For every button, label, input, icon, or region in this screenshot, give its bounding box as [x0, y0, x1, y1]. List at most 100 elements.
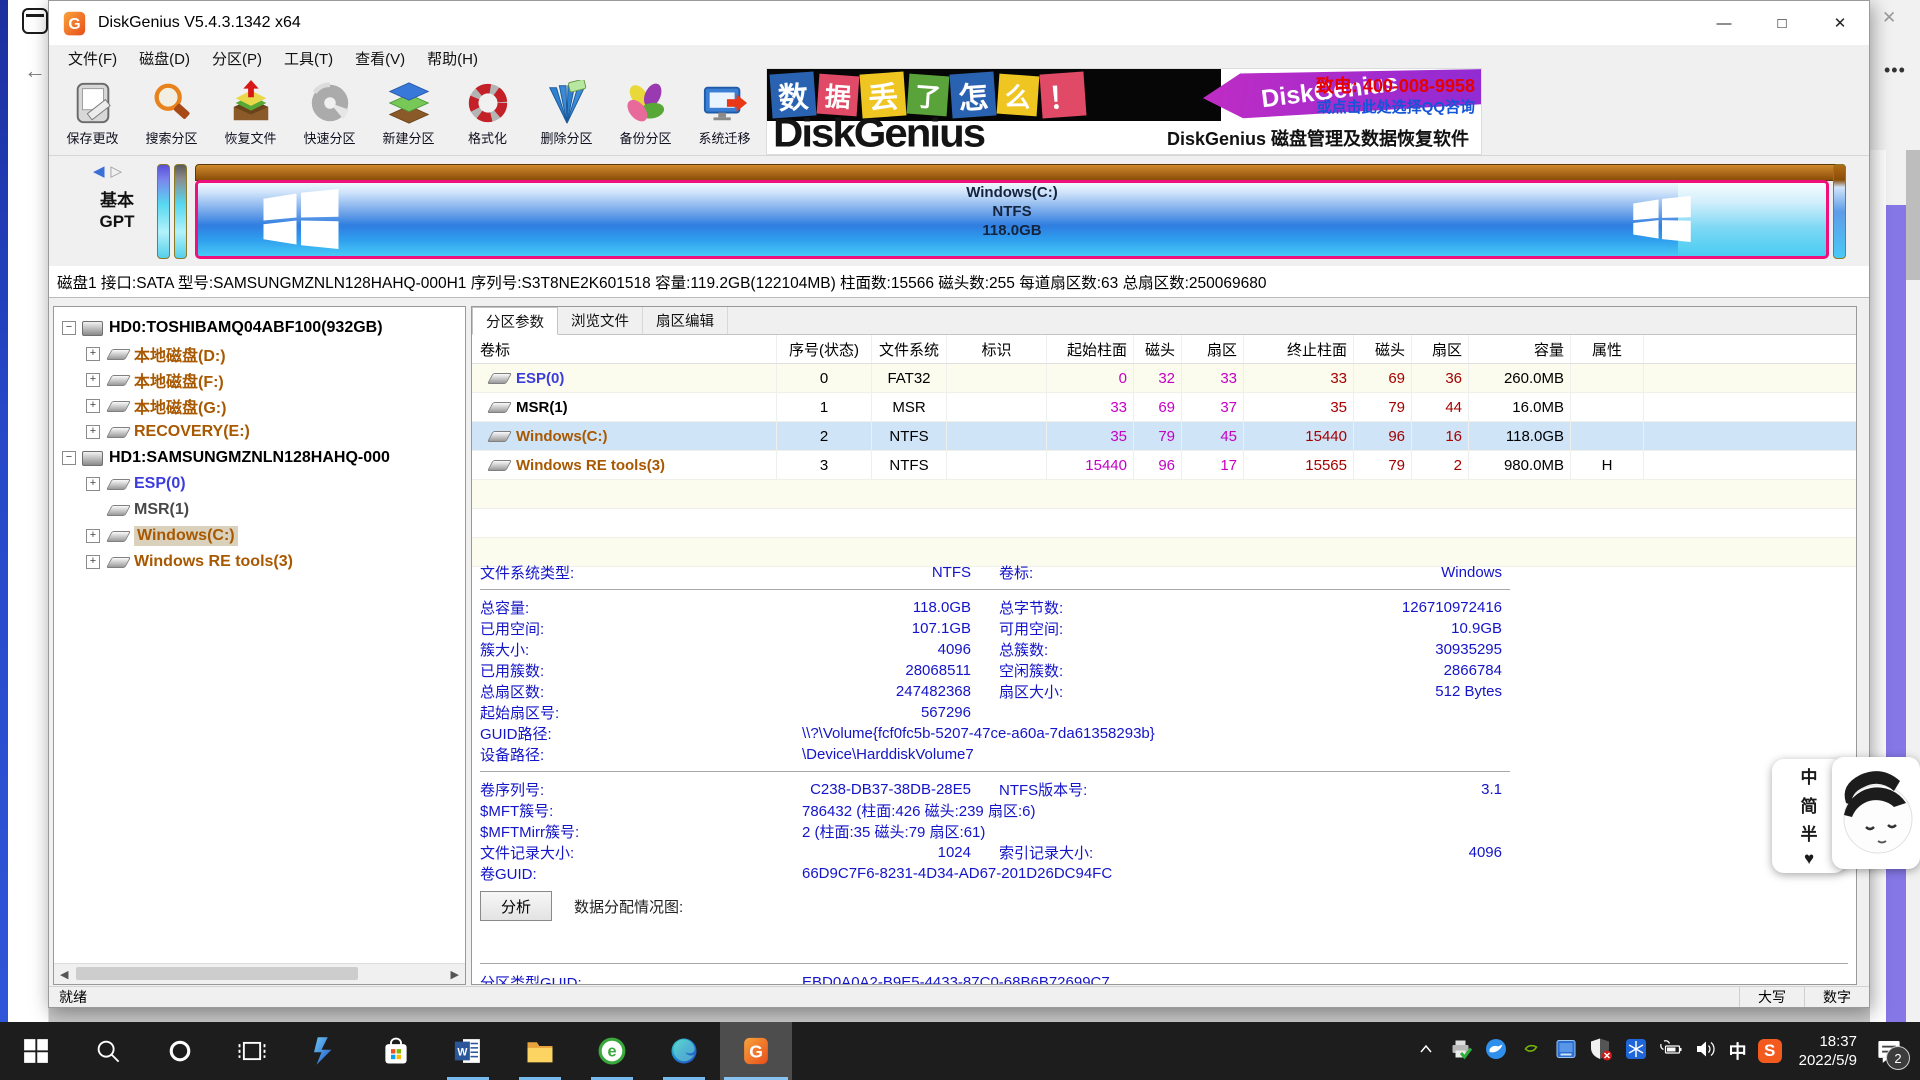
prev-disk-arrow-icon[interactable]: ◀ — [93, 163, 111, 180]
status-text: 就绪 — [49, 987, 87, 1007]
menu-item-v[interactable]: 查看(V) — [344, 48, 416, 69]
tray-sogou-icon[interactable]: S — [1758, 1039, 1782, 1063]
menu-item-h[interactable]: 帮助(H) — [416, 48, 489, 69]
banner-qq-link[interactable]: 或点击此处选择QQ咨询 — [1317, 96, 1475, 117]
tree-toggle-icon[interactable]: + — [86, 373, 100, 387]
detail-label: 起始扇区号: — [480, 702, 695, 723]
tray-nvidia-icon[interactable] — [1519, 1037, 1543, 1066]
tree-item-esp0[interactable]: + ESP(0) — [54, 471, 465, 497]
minimize-button[interactable]: — — [1695, 1, 1753, 45]
tree-toggle-icon[interactable]: + — [86, 425, 100, 439]
tray-volume-icon[interactable] — [1694, 1037, 1718, 1066]
tray-printer-icon[interactable] — [1449, 1037, 1473, 1066]
tray-defender-icon[interactable] — [1589, 1037, 1613, 1066]
delete-partition-button[interactable]: 删除分区 — [527, 71, 606, 155]
browser-app-button[interactable] — [576, 1022, 648, 1080]
close-button[interactable]: ✕ — [1811, 1, 1869, 45]
tray-ime-lang-icon[interactable]: 中 — [1729, 1038, 1747, 1064]
tab-1[interactable]: 浏览文件 — [558, 307, 643, 334]
task-view-button[interactable] — [216, 1022, 288, 1080]
menu-item-f[interactable]: 文件(F) — [57, 48, 128, 69]
analyze-button[interactable]: 分析 — [480, 891, 552, 921]
menu-item-d[interactable]: 磁盘(D) — [128, 48, 201, 69]
partition-caption-fs: NTFS — [195, 202, 1829, 221]
msr-partition-bar[interactable] — [174, 164, 187, 259]
tree-toggle-icon[interactable]: + — [86, 529, 100, 543]
tree-toggle-icon[interactable]: + — [86, 477, 100, 491]
tree-item-hd0toshibamq04abf100932gb[interactable]: − HD0:TOSHIBAMQ04ABF100(932GB) — [54, 315, 465, 341]
background-close-icon: ✕ — [1882, 8, 1896, 28]
diskgenius-app-button[interactable] — [720, 1022, 792, 1080]
recover-files-button[interactable]: 恢复文件 — [211, 71, 290, 155]
taskbar-clock[interactable]: 18:37 2022/5/9 — [1799, 1032, 1857, 1070]
banner-tagline: DiskGenius 磁盘管理及数据恢复软件 — [1167, 125, 1469, 151]
tree-item-g[interactable]: + 本地磁盘(G:) — [54, 393, 465, 419]
edge-app-button[interactable] — [648, 1022, 720, 1080]
scrollbar-thumb[interactable] — [76, 967, 358, 980]
tree-item-recoverye[interactable]: + RECOVERY(E:) — [54, 419, 465, 445]
tree-toggle-icon[interactable]: + — [86, 555, 100, 569]
tree-toggle-icon[interactable]: + — [86, 347, 100, 361]
quick-partition-button[interactable]: 快速分区 — [290, 71, 369, 155]
partition-row-esp0[interactable]: ESP(0)0FAT3203233336936260.0MB — [472, 364, 1856, 393]
start-button[interactable] — [0, 1022, 72, 1080]
menu-item-t[interactable]: 工具(T) — [273, 48, 344, 69]
allocation-caption: 数据分配情况图: — [574, 896, 683, 917]
next-disk-arrow-icon[interactable]: ▷ — [111, 163, 129, 180]
tree-item-hd1samsungmznln128hahq000[interactable]: − HD1:SAMSUNGMZNLN128HAHQ-000 — [54, 445, 465, 471]
cell-id — [947, 422, 1047, 450]
tree-horizontal-scrollbar[interactable]: ◀ ▶ — [54, 963, 465, 984]
promo-banner[interactable]: 数据丢了怎么！ DiskGenius DiskGenius 致电: 400-00… — [766, 68, 1482, 155]
partition-row-windowsretools3[interactable]: Windows RE tools(3)3NTFS1544096171556579… — [472, 451, 1856, 480]
backup-partition-button[interactable]: 备份分区 — [606, 71, 685, 155]
search-partition-button[interactable]: 搜索分区 — [132, 71, 211, 155]
detail-label: 文件记录大小: — [480, 842, 695, 863]
cortana-button[interactable] — [144, 1022, 216, 1080]
partition-row-msr1[interactable]: MSR(1)1MSR33693735794416.0MB — [472, 393, 1856, 422]
tree-item-windowsretools3[interactable]: + Windows RE tools(3) — [54, 549, 465, 575]
word-app-button[interactable] — [432, 1022, 504, 1080]
explorer-app-button[interactable] — [504, 1022, 576, 1080]
tree-item-windowsc[interactable]: + Windows(C:) — [54, 523, 465, 549]
bolt-app-button[interactable] — [288, 1022, 360, 1080]
tree-toggle-icon[interactable]: − — [62, 321, 76, 335]
cell-sh: 96 — [1134, 451, 1182, 479]
tree-item-f[interactable]: + 本地磁盘(F:) — [54, 367, 465, 393]
recovery-partition-bar[interactable] — [1833, 164, 1846, 259]
tray-bird-icon[interactable] — [1484, 1037, 1508, 1066]
detail-value: 28068511 — [695, 662, 971, 679]
tree-toggle-icon[interactable]: + — [86, 399, 100, 413]
menu-item-p[interactable]: 分区(P) — [201, 48, 273, 69]
tree-item-d[interactable]: + 本地磁盘(D:) — [54, 341, 465, 367]
tray-snowflake-icon[interactable] — [1624, 1037, 1648, 1066]
detail-value: 786432 (柱面:426 磁头:239 扇区:6) — [695, 800, 1502, 821]
esp-partition-bar[interactable] — [157, 164, 170, 259]
taskbar-search-button[interactable] — [72, 1022, 144, 1080]
tab-0[interactable]: 分区参数 — [472, 307, 558, 335]
banner-tile: ！ — [1040, 72, 1087, 119]
store-app-button[interactable] — [360, 1022, 432, 1080]
scroll-right-arrow-icon[interactable]: ▶ — [451, 968, 459, 981]
tab-2[interactable]: 扇区编辑 — [643, 307, 728, 334]
edge-icon — [669, 1036, 699, 1066]
back-arrow-icon[interactable]: ← — [24, 58, 46, 84]
partition-row-windowsc[interactable]: Windows(C:)2NTFS357945154409616118.0GB — [472, 422, 1856, 451]
ime-status-widget[interactable]: 中简半♥ — [1772, 757, 1920, 877]
system-migration-button[interactable]: 系统迁移 — [685, 71, 764, 155]
detail-row: 文件记录大小: 1024 索引记录大小: 4096 — [480, 842, 1510, 863]
column-header: 容量 — [1469, 335, 1571, 363]
tree-item-msr1[interactable]: MSR(1) — [54, 497, 465, 523]
maximize-button[interactable]: □ — [1753, 1, 1811, 45]
snow-icon — [1624, 1037, 1648, 1061]
action-center-button[interactable]: 2 — [1874, 1036, 1904, 1066]
save-changes-button[interactable]: 保存更改 — [53, 71, 132, 155]
tray-intel-icon[interactable] — [1554, 1037, 1578, 1066]
new-partition-button[interactable]: 新建分区 — [369, 71, 448, 155]
format-button[interactable]: 格式化 — [448, 71, 527, 155]
scroll-left-arrow-icon[interactable]: ◀ — [60, 968, 68, 981]
tray-power-icon[interactable] — [1659, 1037, 1683, 1066]
tree-toggle-icon[interactable]: − — [62, 451, 76, 465]
ime-mode-char: 简 — [1801, 792, 1818, 817]
tray-expand-button[interactable] — [1414, 1037, 1438, 1066]
detail-value: \\?\Volume{fcf0fc5b-5207-47ce-a60a-7da61… — [695, 725, 1502, 742]
